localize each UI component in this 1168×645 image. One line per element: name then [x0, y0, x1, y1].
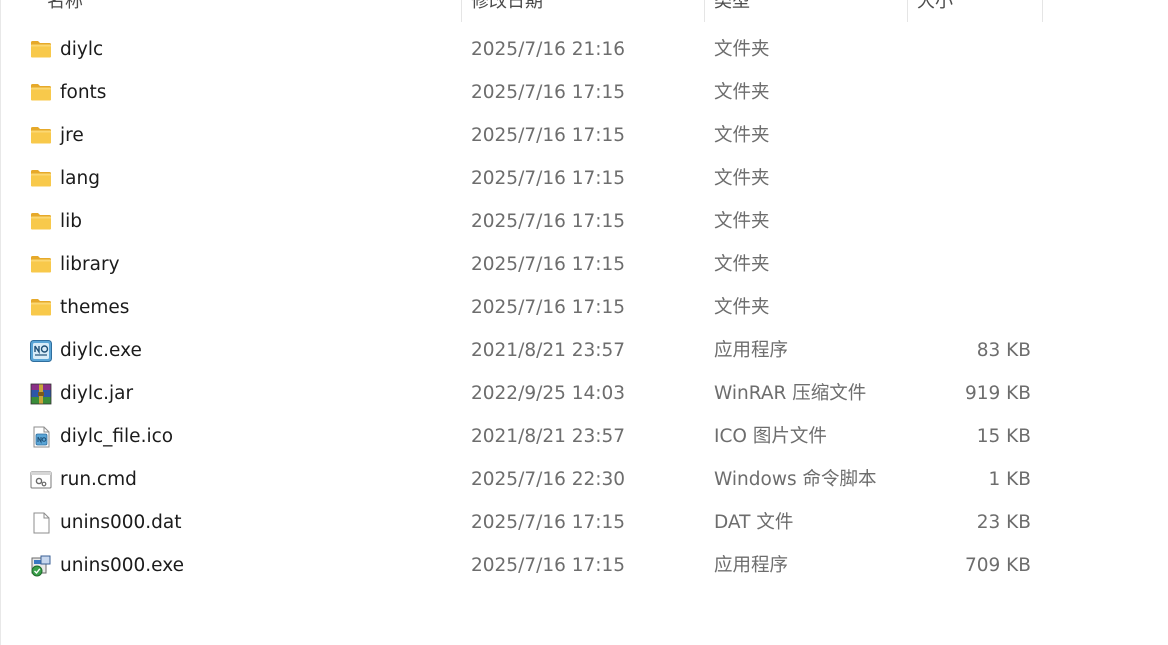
file-type: 文件夹: [714, 297, 770, 318]
file-name: diylc: [60, 39, 104, 60]
file-type: 应用程序: [714, 555, 789, 576]
file-type: ICO 图片文件: [714, 426, 827, 447]
file-row[interactable]: jre 2025/7/16 17:15 文件夹: [0, 114, 1168, 157]
folder-icon: [30, 254, 52, 274]
file-size: 1 KB: [988, 469, 1031, 490]
file-size: [900, 157, 1031, 200]
file-modified-date: 2025/7/16 21:16: [471, 39, 626, 60]
file-size: [900, 243, 1031, 286]
file-name: jre: [60, 125, 84, 146]
file-name: library: [60, 254, 120, 275]
file-modified-date: 2025/7/16 17:15: [471, 125, 626, 146]
ico-file-icon: [30, 426, 52, 448]
file-row[interactable]: library 2025/7/16 17:15 文件夹: [0, 243, 1168, 286]
file-type: 文件夹: [714, 125, 770, 146]
winrar-archive-icon: [30, 383, 52, 405]
column-header-size[interactable]: 大小: [908, 0, 1042, 22]
file-size: [900, 114, 1031, 157]
file-row[interactable]: diylc.exe 2021/8/21 23:57 应用程序 83 KB: [0, 329, 1168, 372]
file-modified-date: 2025/7/16 17:15: [471, 555, 626, 576]
file-type: 文件夹: [714, 82, 770, 103]
file-type: 应用程序: [714, 340, 789, 361]
file-modified-date: 2021/8/21 23:57: [471, 340, 626, 361]
column-header-date[interactable]: 修改日期: [462, 0, 704, 22]
file-size: [900, 200, 1031, 243]
file-modified-date: 2025/7/16 17:15: [471, 254, 626, 275]
file-name: themes: [60, 297, 130, 318]
file-size: 23 KB: [976, 512, 1031, 533]
folder-icon: [30, 297, 52, 317]
file-type: DAT 文件: [714, 512, 794, 533]
file-type: 文件夹: [714, 39, 770, 60]
diylc-app-icon: [30, 340, 52, 362]
file-size: 919 KB: [964, 383, 1031, 404]
file-name: unins000.exe: [60, 555, 184, 576]
file-name: diylc.exe: [60, 340, 142, 361]
file-modified-date: 2025/7/16 17:15: [471, 512, 626, 533]
file-name: diylc.jar: [60, 383, 134, 404]
file-row[interactable]: diylc 2025/7/16 21:16 文件夹: [0, 28, 1168, 71]
blank-file-icon: [30, 512, 52, 534]
column-header-type[interactable]: 类型: [705, 0, 907, 22]
file-modified-date: 2025/7/16 17:15: [471, 297, 626, 318]
folder-icon: [30, 39, 52, 59]
column-header: 名称 修改日期 类型 大小: [0, 0, 1168, 22]
installer-icon: [30, 555, 52, 577]
folder-icon: [30, 211, 52, 231]
file-row[interactable]: diylc_file.ico 2021/8/21 23:57 ICO 图片文件 15 …: [0, 415, 1168, 458]
file-row[interactable]: run.cmd 2025/7/16 22:30 Windows 命令脚本 1 KB: [0, 458, 1168, 501]
folder-icon: [30, 82, 52, 102]
folder-icon: [30, 168, 52, 188]
file-size: [900, 71, 1031, 114]
file-row[interactable]: diylc.jar 2022/9/25 14:03 WinRAR 压缩文件 919 K…: [0, 372, 1168, 415]
file-size: [900, 286, 1031, 329]
file-modified-date: 2025/7/16 17:15: [471, 211, 626, 232]
file-type: 文件夹: [714, 168, 770, 189]
file-modified-date: 2025/7/16 17:15: [471, 82, 626, 103]
file-name: run.cmd: [60, 469, 137, 490]
file-type: 文件夹: [714, 254, 770, 275]
file-row[interactable]: fonts 2025/7/16 17:15 文件夹: [0, 71, 1168, 114]
file-type: Windows 命令脚本: [714, 469, 877, 490]
file-modified-date: 2021/8/21 23:57: [471, 426, 626, 447]
file-type: 文件夹: [714, 211, 770, 232]
file-modified-date: 2025/7/16 17:15: [471, 168, 626, 189]
file-size: 709 KB: [964, 555, 1031, 576]
file-modified-date: 2022/9/25 14:03: [471, 383, 626, 404]
file-row[interactable]: themes 2025/7/16 17:15 文件夹: [0, 286, 1168, 329]
file-row[interactable]: unins000.dat 2025/7/16 17:15 DAT 文件 23 KB: [0, 501, 1168, 544]
cmd-script-icon: [30, 469, 52, 489]
column-divider[interactable]: [1042, 0, 1043, 22]
file-name: lib: [60, 211, 83, 232]
file-name: fonts: [60, 82, 107, 103]
file-row[interactable]: lang 2025/7/16 17:15 文件夹: [0, 157, 1168, 200]
file-size: 83 KB: [976, 340, 1031, 361]
folder-icon: [30, 125, 52, 145]
file-list: diylc 2025/7/16 21:16 文件夹 fonts 2025/7/16 1…: [0, 28, 1168, 587]
file-type: WinRAR 压缩文件: [714, 383, 867, 404]
file-row[interactable]: lib 2025/7/16 17:15 文件夹: [0, 200, 1168, 243]
file-name: diylc_file.ico: [60, 426, 174, 447]
file-name: unins000.dat: [60, 512, 182, 533]
file-explorer-window: 名称 修改日期 类型 大小 diylc 2025/7/16 21:16 文件夹 fo…: [0, 0, 1168, 645]
file-row[interactable]: unins000.exe 2025/7/16 17:15 应用程序 709 KB: [0, 544, 1168, 587]
column-header-name[interactable]: 名称: [38, 0, 461, 22]
file-size: [900, 28, 1031, 71]
file-size: 15 KB: [976, 426, 1031, 447]
file-name: lang: [60, 168, 100, 189]
file-modified-date: 2025/7/16 22:30: [471, 469, 626, 490]
